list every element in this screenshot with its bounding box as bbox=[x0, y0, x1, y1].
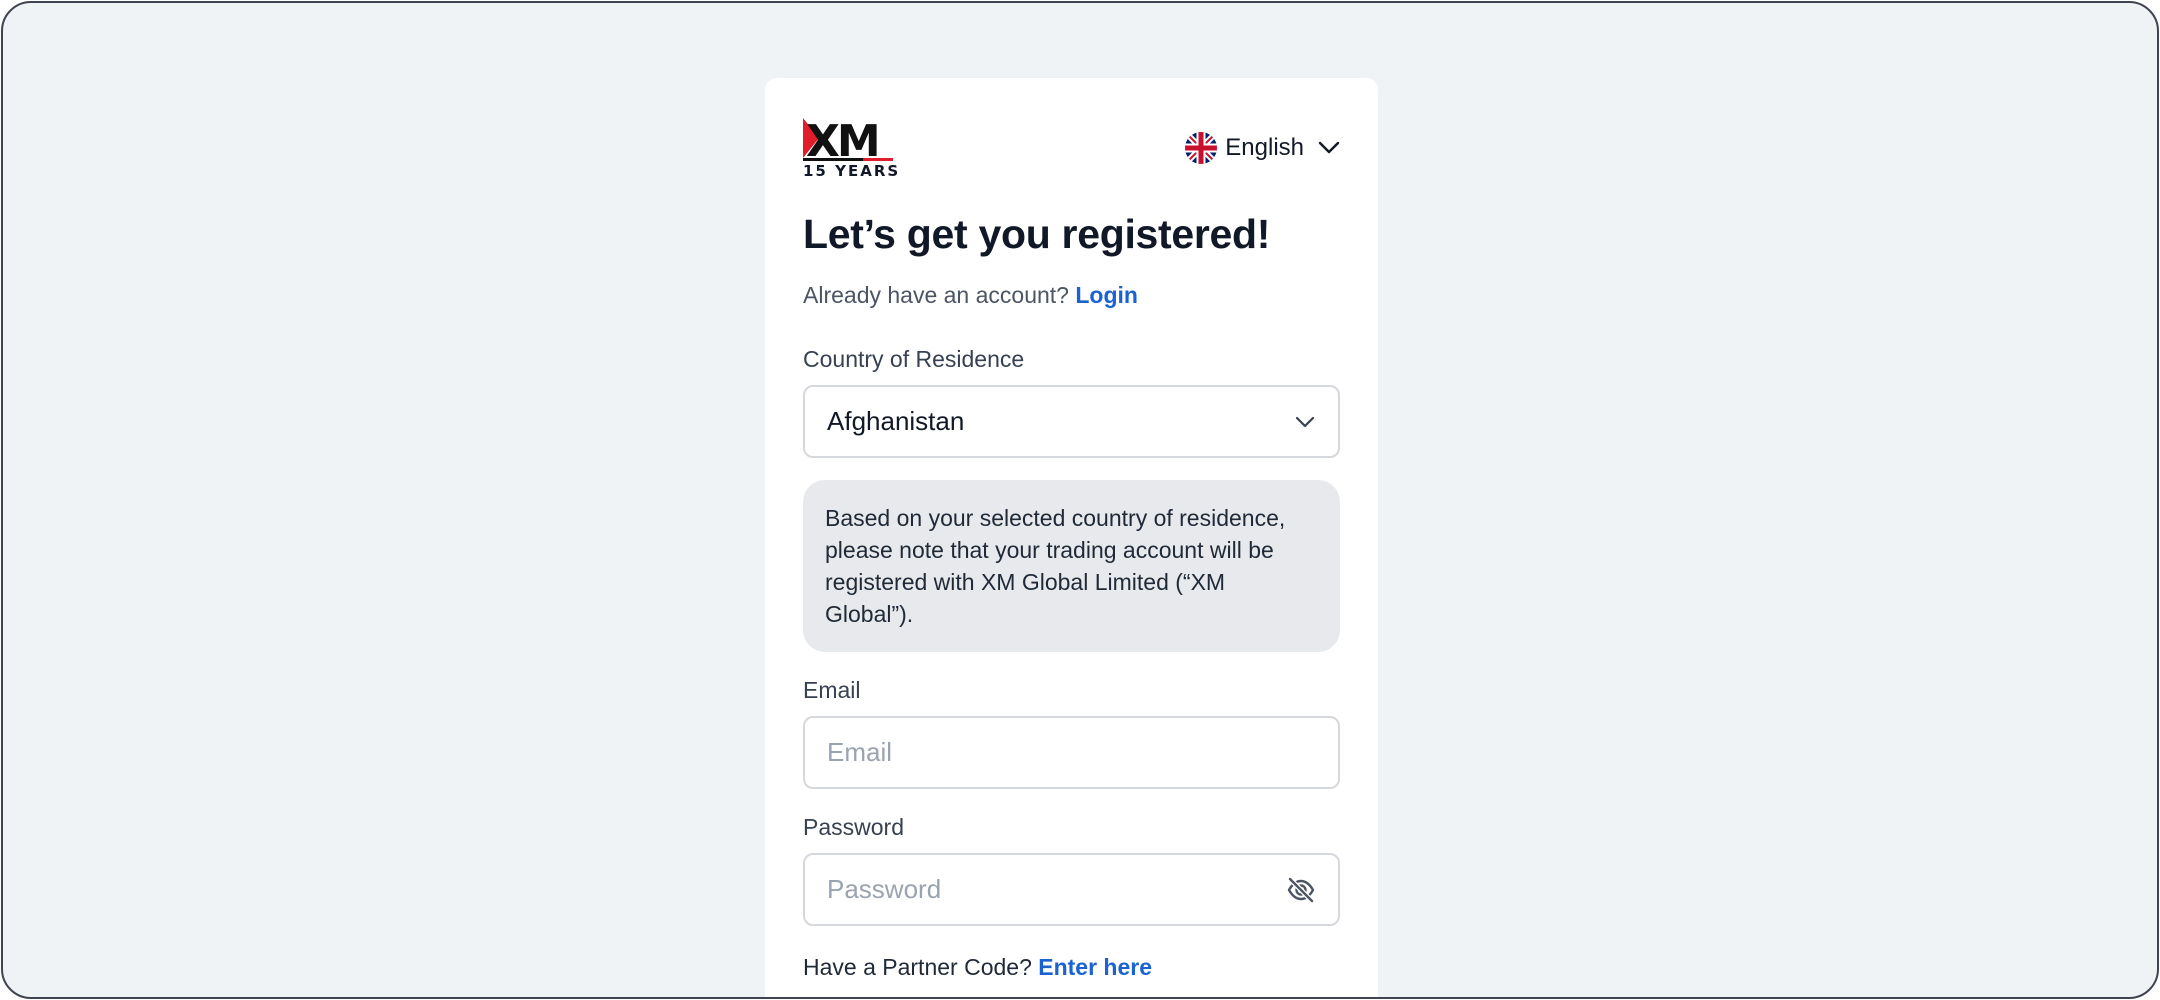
password-label: Password bbox=[803, 814, 904, 840]
xm-logo: XM 15 YEARS bbox=[803, 116, 898, 180]
login-prompt-text: Already have an account? bbox=[803, 282, 1069, 308]
password-field[interactable] bbox=[803, 853, 1340, 926]
login-prompt: Already have an account? Login bbox=[803, 282, 1138, 309]
uk-flag-icon bbox=[1185, 132, 1218, 164]
country-select[interactable]: Afghanistan bbox=[803, 385, 1340, 458]
country-label: Country of Residence bbox=[803, 346, 1025, 372]
login-link[interactable]: Login bbox=[1075, 282, 1138, 308]
chevron-down-icon bbox=[1318, 141, 1340, 154]
email-label: Email bbox=[803, 677, 861, 703]
language-label: English bbox=[1225, 134, 1304, 161]
partner-code-prompt: Have a Partner Code? Enter here bbox=[803, 954, 1152, 981]
eye-off-icon[interactable] bbox=[1286, 875, 1316, 905]
email-input[interactable] bbox=[827, 718, 1316, 787]
svg-text:XM: XM bbox=[806, 116, 878, 162]
partner-code-text: Have a Partner Code? bbox=[803, 954, 1032, 980]
country-value: Afghanistan bbox=[827, 406, 965, 436]
chevron-down-icon bbox=[1295, 416, 1315, 427]
partner-code-link[interactable]: Enter here bbox=[1038, 954, 1152, 980]
registration-card: XM 15 YEARS English Let’s get you regist… bbox=[765, 78, 1378, 997]
language-selector[interactable]: English bbox=[1185, 130, 1340, 166]
page-title: Let’s get you registered! bbox=[803, 211, 1271, 257]
xm-logo-icon: XM bbox=[803, 116, 893, 162]
app-frame: XM 15 YEARS English Let’s get you regist… bbox=[1, 1, 2159, 999]
logo-tagline: 15 YEARS bbox=[803, 162, 901, 180]
country-notice: Based on your selected country of reside… bbox=[803, 480, 1340, 652]
password-input[interactable] bbox=[827, 855, 1286, 924]
email-field[interactable] bbox=[803, 716, 1340, 789]
